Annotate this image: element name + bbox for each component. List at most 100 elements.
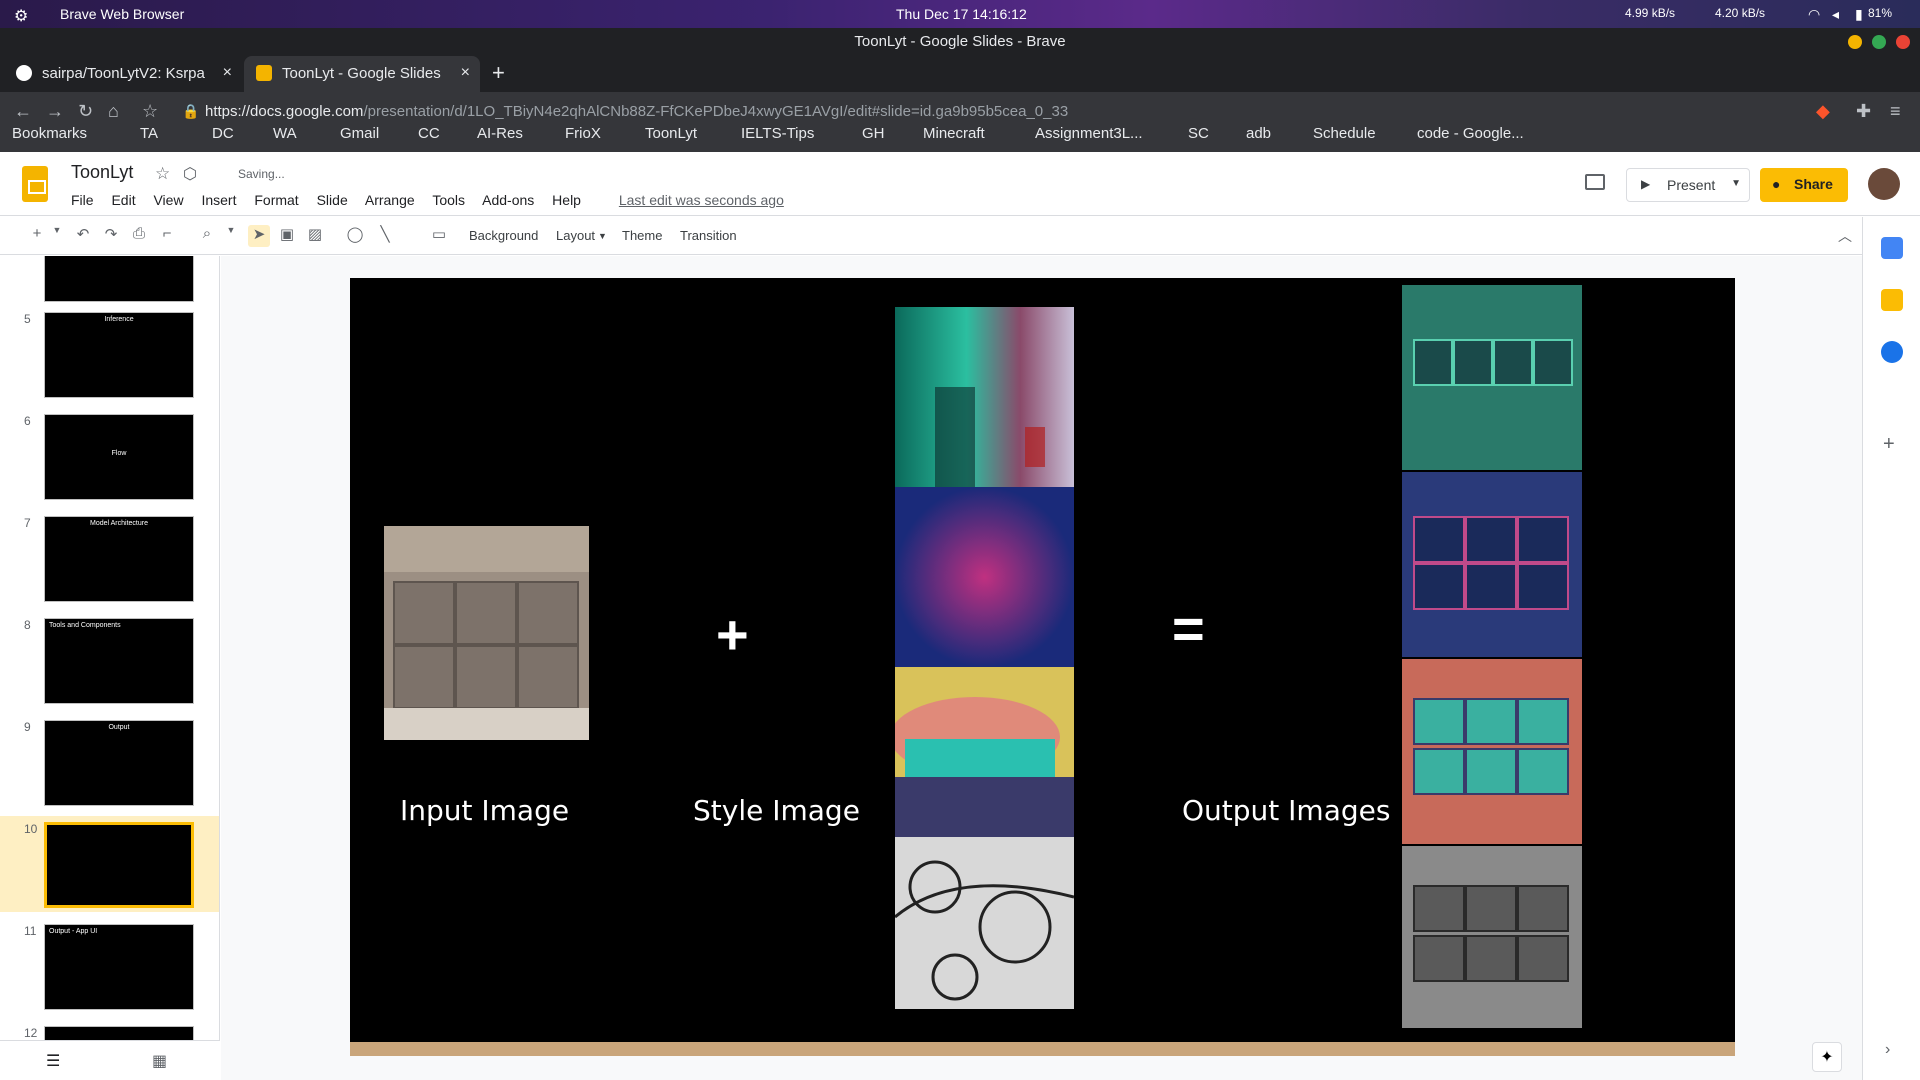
star-icon[interactable]: ☆	[155, 164, 170, 184]
os-clock[interactable]: Thu Dec 17 14:16:12	[896, 6, 1027, 22]
bookmark-minecraft[interactable]: Minecraft	[923, 125, 985, 142]
bookmark-code[interactable]: code - Google...	[1417, 125, 1524, 142]
menu-tools[interactable]: Tools	[432, 192, 465, 208]
tab-google-slides[interactable]: ToonLyt - Google Slides ×	[244, 56, 480, 92]
bookmark-friox[interactable]: FrioX	[565, 125, 601, 142]
comment-history-icon[interactable]	[1585, 174, 1605, 190]
menu-slide[interactable]: Slide	[317, 192, 348, 208]
comment-icon[interactable]: ▭	[428, 225, 450, 247]
menu-addons[interactable]: Add-ons	[482, 192, 534, 208]
avatar[interactable]	[1868, 168, 1900, 200]
zoom-dropdown-icon[interactable]: ▼	[220, 225, 242, 247]
move-icon[interactable]: ⬡	[183, 164, 197, 184]
bookmark-gh[interactable]: GH	[862, 125, 885, 142]
paint-format-icon[interactable]: ⌐	[156, 225, 178, 247]
wifi-icon[interactable]: ◠	[1808, 6, 1820, 23]
browser-menu-icon[interactable]: ≡	[1890, 101, 1901, 122]
slide-thumbnail-9[interactable]: Output	[44, 720, 194, 806]
bookmark-cc[interactable]: CC	[418, 125, 440, 142]
close-window-button[interactable]	[1896, 35, 1910, 49]
slide-thumbnail-6[interactable]: Flow	[44, 414, 194, 500]
bookmark-dc[interactable]: DC	[212, 125, 234, 142]
bookmark-schedule[interactable]: Schedule	[1313, 125, 1376, 142]
text-box-icon[interactable]: ▣	[276, 225, 298, 247]
bookmark-toonlyt[interactable]: ToonLyt	[645, 125, 697, 142]
bookmark-gmail[interactable]: Gmail	[340, 125, 379, 142]
print-icon[interactable]: ⎙	[128, 225, 150, 247]
close-tab-icon[interactable]: ×	[223, 64, 232, 82]
explore-icon[interactable]: ✦	[1812, 1042, 1842, 1072]
os-menu-icon[interactable]: ⚙	[14, 6, 28, 26]
input-image[interactable]	[384, 526, 589, 740]
select-icon[interactable]: ➤	[248, 225, 270, 247]
style-image-abstract[interactable]	[895, 307, 1074, 487]
slide-thumbnail-11[interactable]: Output - App UI	[44, 924, 194, 1010]
style-image-floral-sketch[interactable]	[895, 837, 1074, 1009]
slide-filmstrip[interactable]: 5 Inference 6 Flow 7 Model Architecture …	[0, 256, 220, 1080]
slide-thumbnail-5[interactable]: Inference	[44, 312, 194, 398]
bookmark-ta[interactable]: TA	[140, 125, 158, 142]
bookmark-adb[interactable]: adb	[1246, 125, 1271, 142]
bookmark-assignment[interactable]: Assignment3L...	[1035, 125, 1143, 142]
shape-icon[interactable]: ◯	[344, 225, 366, 247]
output-image-4[interactable]	[1402, 846, 1582, 1028]
style-image-galaxy[interactable]	[895, 487, 1074, 667]
doc-title[interactable]: ToonLyt	[71, 162, 133, 183]
theme-button[interactable]: Theme	[622, 228, 662, 243]
output-image-3[interactable]	[1402, 659, 1582, 844]
new-slide-dropdown-icon[interactable]: ▼	[46, 225, 68, 247]
output-image-2[interactable]	[1402, 472, 1582, 657]
bookmark-wa[interactable]: WA	[273, 125, 297, 142]
menu-help[interactable]: Help	[552, 192, 581, 208]
back-icon[interactable]: ←	[14, 101, 32, 122]
style-image-brick-wall[interactable]	[895, 667, 1074, 837]
calendar-icon[interactable]	[1881, 237, 1903, 259]
output-image-1[interactable]	[1402, 285, 1582, 470]
tasks-icon[interactable]	[1881, 341, 1903, 363]
menu-arrange[interactable]: Arrange	[365, 192, 415, 208]
present-dropdown-icon[interactable]: ▼	[1731, 178, 1741, 189]
share-button[interactable]: ● Share	[1760, 168, 1848, 202]
slide-thumbnail-10[interactable]	[44, 822, 194, 908]
extensions-icon[interactable]: ✚	[1856, 101, 1871, 122]
menu-edit[interactable]: Edit	[111, 192, 135, 208]
bookmark-ai-res[interactable]: AI-Res	[477, 125, 523, 142]
collapse-toolbar-icon[interactable]: ︿	[1838, 226, 1852, 246]
present-button[interactable]: Present ▶ ▼	[1626, 168, 1750, 202]
lock-icon[interactable]: 🔒	[182, 103, 199, 120]
slide-thumbnail[interactable]	[44, 256, 194, 302]
add-on-icon[interactable]: +	[1883, 433, 1895, 456]
new-tab-button[interactable]: +	[492, 60, 505, 86]
new-slide-icon[interactable]: +	[26, 225, 48, 247]
menu-file[interactable]: File	[71, 192, 94, 208]
layout-button[interactable]: Layout	[556, 228, 595, 243]
close-tab-icon[interactable]: ×	[461, 64, 470, 82]
bookmark-icon[interactable]: ☆	[142, 101, 158, 122]
last-edit-link[interactable]: Last edit was seconds ago	[619, 192, 784, 208]
bookmark-ielts-tips[interactable]: IELTS-Tips	[741, 125, 814, 142]
forward-icon[interactable]: →	[46, 101, 64, 122]
tab-github[interactable]: sairpa/ToonLytV2: Ksrpa ×	[4, 56, 242, 92]
keep-icon[interactable]	[1881, 289, 1903, 311]
volume-icon[interactable]: ◂	[1832, 6, 1839, 23]
background-button[interactable]: Background	[469, 228, 538, 243]
bookmark-sc[interactable]: SC	[1188, 125, 1209, 142]
minimize-button[interactable]	[1848, 35, 1862, 49]
bookmark-bookmarks[interactable]: Bookmarks	[12, 125, 87, 142]
transition-button[interactable]: Transition	[680, 228, 737, 243]
menu-format[interactable]: Format	[254, 192, 298, 208]
menu-view[interactable]: View	[153, 192, 183, 208]
zoom-icon[interactable]: ⌕	[196, 225, 218, 247]
menu-insert[interactable]: Insert	[201, 192, 236, 208]
redo-icon[interactable]: ↷	[100, 225, 122, 247]
undo-icon[interactable]: ↶	[72, 225, 94, 247]
grid-view-icon[interactable]: ▦	[152, 1051, 167, 1071]
slide-thumbnail-7[interactable]: Model Architecture	[44, 516, 194, 602]
line-icon[interactable]: ╲	[374, 225, 396, 247]
filmstrip-view-icon[interactable]: ☰	[46, 1051, 60, 1071]
slides-logo-icon[interactable]	[22, 166, 48, 202]
slide-thumbnail-8[interactable]: Tools and Components	[44, 618, 194, 704]
reload-icon[interactable]: ↻	[78, 101, 93, 122]
home-icon[interactable]: ⌂	[108, 101, 119, 122]
maximize-button[interactable]	[1872, 35, 1886, 49]
